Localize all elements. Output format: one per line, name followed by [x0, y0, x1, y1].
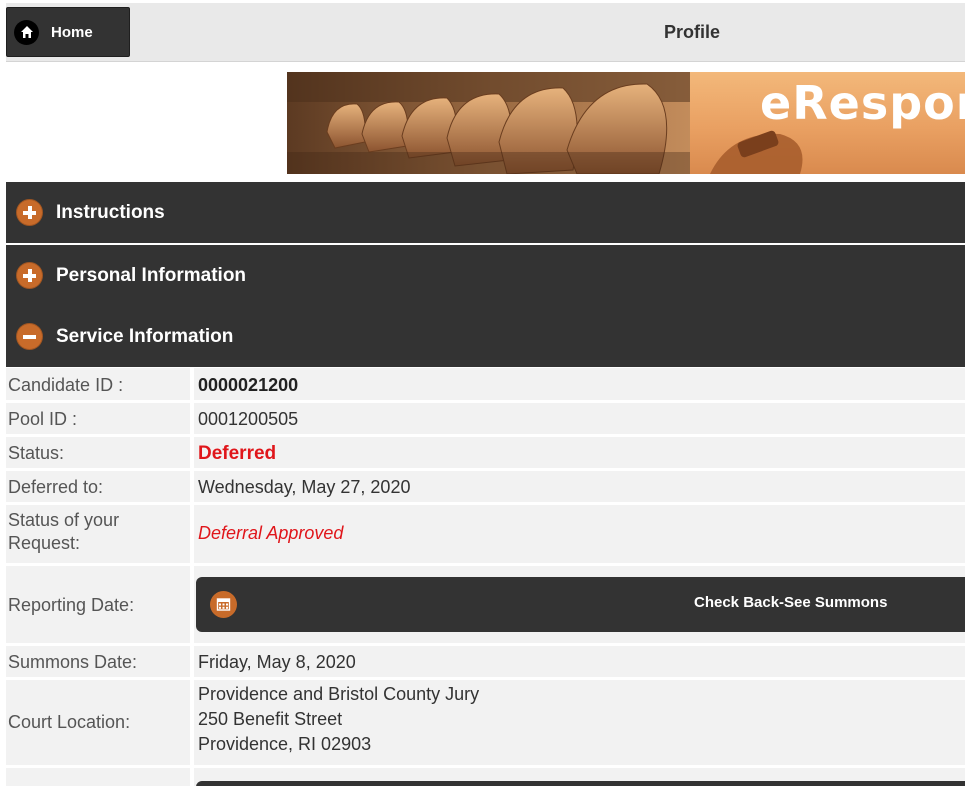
- page-title: Profile: [664, 22, 721, 42]
- accordion-personal-information[interactable]: Personal Information: [6, 245, 965, 306]
- court-location-label: Court Location:: [8, 712, 131, 732]
- row-request-status: Status of your Request: Deferral Approve…: [6, 505, 965, 566]
- summons-date-value: Friday, May 8, 2020: [198, 652, 356, 672]
- status-label: Status:: [8, 443, 65, 463]
- row-summons-date: Summons Date: Friday, May 8, 2020: [6, 646, 965, 680]
- row-reporting-date: Reporting Date: Check Back-See Summons: [6, 566, 965, 646]
- plus-circle-icon: [16, 199, 43, 226]
- home-button[interactable]: Home: [6, 7, 130, 57]
- home-label: Home: [51, 23, 93, 41]
- calendar-icon: [210, 591, 237, 618]
- summons-date-label: Summons Date:: [8, 652, 138, 672]
- accordion-service-label: Service Information: [56, 325, 234, 347]
- page: Home Profile eRespor Instructions Person…: [0, 0, 965, 786]
- pool-id-value: 0001200505: [198, 409, 299, 429]
- row-candidate-id: Candidate ID : 0000021200: [6, 368, 965, 403]
- banner-title: eRespor: [760, 76, 965, 130]
- next-action-button[interactable]: [196, 781, 965, 786]
- check-back-see-summons-label: Check Back-See Summons: [694, 594, 888, 611]
- deferred-to-label: Deferred to:: [8, 477, 104, 497]
- pool-id-label: Pool ID :: [8, 409, 78, 429]
- minus-circle-icon: [16, 323, 43, 350]
- accordion-instructions[interactable]: Instructions: [6, 182, 965, 243]
- status-value: Deferred: [198, 443, 277, 464]
- plus-circle-icon: [16, 262, 43, 289]
- request-status-value: Deferral Approved: [198, 523, 344, 543]
- deferred-to-value: Wednesday, May 27, 2020: [198, 477, 411, 497]
- accordion-personal-label: Personal Information: [56, 264, 247, 286]
- accordion-service-information[interactable]: Service Information: [6, 306, 965, 367]
- request-status-label-line1: Status of your: [8, 510, 120, 530]
- row-deferred-to: Deferred to: Wednesday, May 27, 2020: [6, 471, 965, 505]
- banner-image: eRespor: [287, 72, 965, 174]
- home-icon: [14, 19, 39, 45]
- court-name: Providence and Bristol County Jury: [198, 684, 480, 704]
- row-pool-id: Pool ID : 0001200505: [6, 403, 965, 437]
- request-status-label: Status of your Request:: [8, 509, 190, 555]
- court-location-value: Providence and Bristol County Jury 250 B…: [198, 682, 479, 757]
- request-status-label-line2: Request:: [8, 533, 81, 553]
- row-next-partial: [6, 768, 965, 786]
- top-header: Home Profile: [6, 3, 965, 62]
- court-city: Providence, RI 02903: [198, 734, 372, 754]
- row-status: Status: Deferred: [6, 437, 965, 471]
- court-street: 250 Benefit Street: [198, 709, 343, 729]
- candidate-id-label: Candidate ID :: [8, 375, 124, 395]
- accordion-instructions-label: Instructions: [56, 201, 165, 223]
- candidate-id-value: 0000021200: [198, 375, 299, 395]
- check-back-see-summons-button[interactable]: Check Back-See Summons: [196, 577, 965, 632]
- reporting-date-label: Reporting Date:: [8, 595, 135, 615]
- row-court-location: Court Location: Providence and Bristol C…: [6, 680, 965, 768]
